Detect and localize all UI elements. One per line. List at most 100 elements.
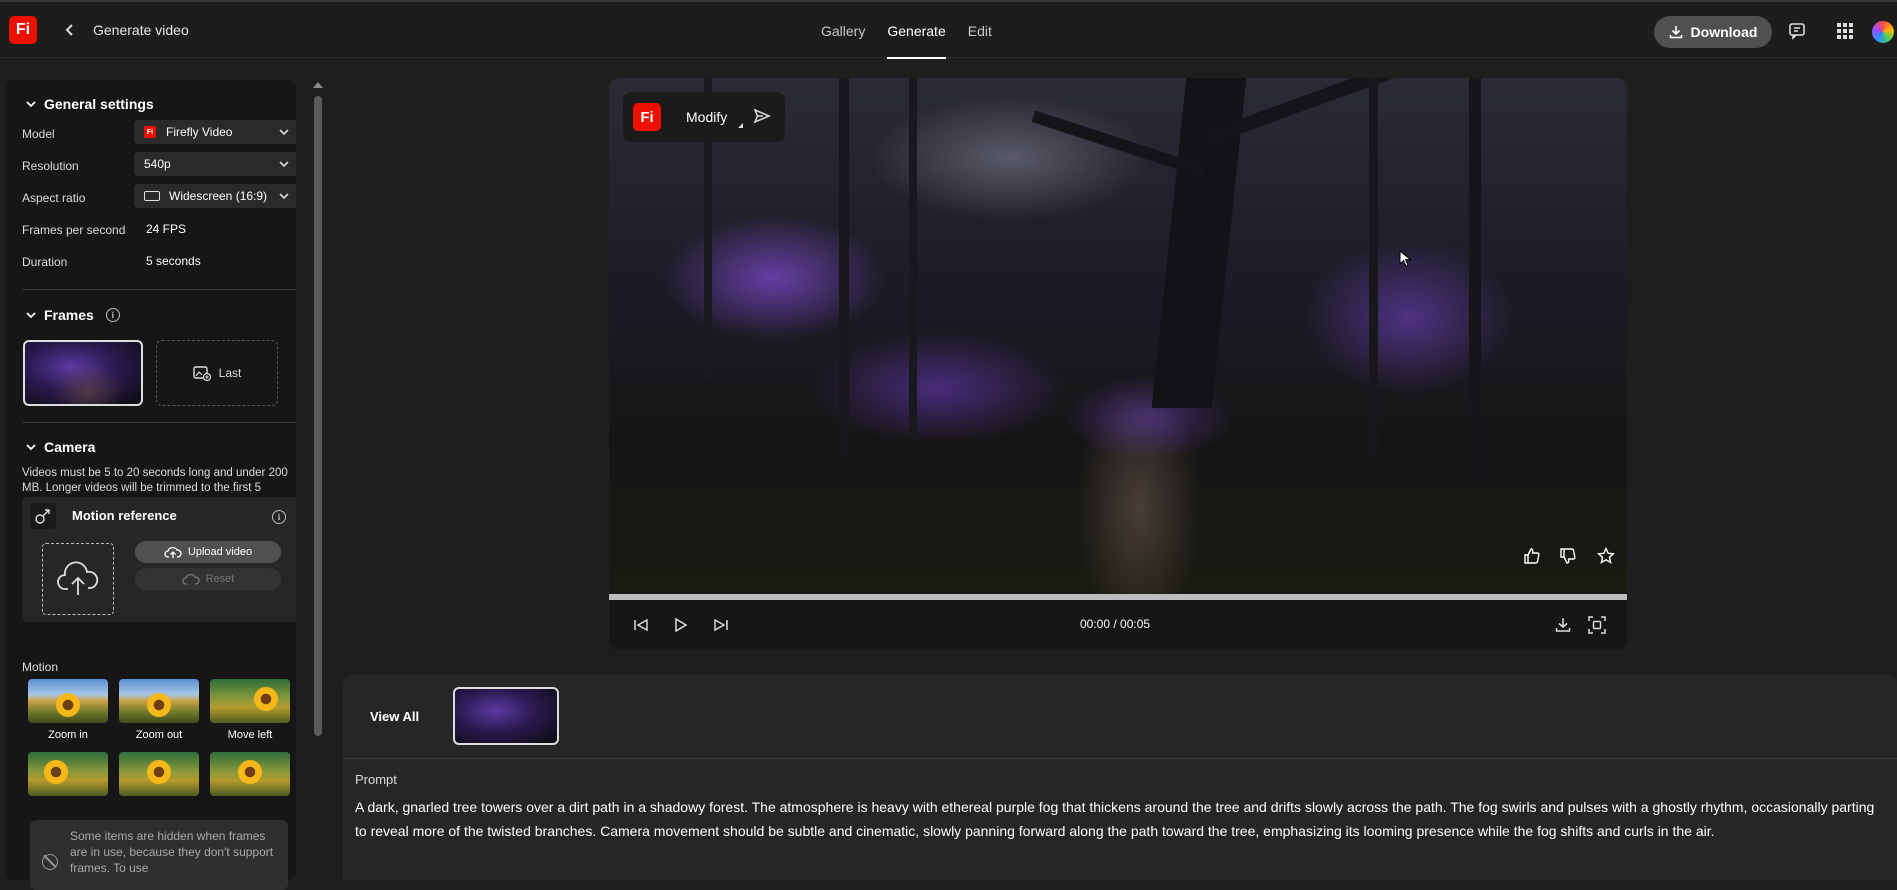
tree-trunk [1469,78,1481,478]
modify-toolbar: Fi Modify [623,92,785,142]
aspect-ratio-value: Widescreen (16:9) [169,189,268,203]
dropdown-corner-icon [738,123,743,128]
divider [22,289,296,290]
tree-trunk [1369,78,1378,458]
prompt-text: A dark, gnarled tree towers over a dirt … [355,799,1875,839]
page-title: Generate video [93,22,189,38]
tab-edit[interactable]: Edit [957,2,1003,60]
motion-thumbnail [210,752,290,796]
aspect-ratio-label: Aspect ratio [22,191,86,205]
hidden-items-text: Some items are hidden when frames are in… [70,829,274,875]
motion-title: Motion [22,660,59,674]
motion-move-left[interactable]: Move left [210,679,290,741]
last-frame-label: Last [218,366,242,380]
motion-reference-card: Motion reference i Upload video Reset [22,497,296,622]
motion-thumbnail [119,752,199,796]
download-icon [1669,26,1682,39]
apps-grid-icon[interactable] [1831,17,1859,45]
first-frame-thumbnail[interactable] [23,340,143,406]
resolution-select[interactable]: 540p [134,152,296,176]
firefly-logo[interactable]: Fi [9,16,37,44]
video-player: Fi Modify 00:00 / 00:05 [609,78,1627,650]
thumbs-up-icon[interactable] [1521,545,1543,567]
motion-preset[interactable] [210,752,290,796]
widescreen-icon [144,191,160,201]
model-value: Firefly Video [166,125,233,139]
scroll-up-arrow[interactable] [313,82,323,88]
general-settings-title: General settings [44,96,154,112]
frames-title: Frames [44,307,94,323]
sidebar-scrollbar[interactable] [314,96,322,736]
chevron-down-icon [26,310,36,320]
download-button[interactable]: Download [1654,16,1772,48]
reset-icon [182,573,200,585]
divider [343,758,1897,759]
resolution-label: Resolution [22,159,79,173]
comment-icon[interactable] [1783,17,1811,45]
motion-label: Move left [227,729,273,741]
ban-icon [42,854,58,870]
fps-label: Frames per second [22,223,126,237]
reset-label: Reset [205,573,235,585]
general-settings-header[interactable]: General settings [26,96,154,112]
tab-generate[interactable]: Generate [876,2,956,60]
motion-thumbnail [119,679,199,723]
firefly-model-icon: Fi [144,126,156,138]
tab-gallery[interactable]: Gallery [810,2,876,60]
motion-zoom-out[interactable]: Zoom out [119,679,199,741]
generated-video-thumbnail[interactable] [453,687,559,745]
motion-preset[interactable] [28,752,108,796]
motion-thumbnail [28,752,108,796]
fullscreen-icon[interactable] [1585,613,1609,637]
info-icon[interactable]: i [272,510,286,524]
prompt-label: Prompt [355,772,397,787]
tree-trunk [909,78,917,438]
motion-reference-icon [30,503,56,529]
upload-video-label: Upload video [187,546,253,558]
video-time: 00:00 / 00:05 [1080,617,1151,631]
settings-sidebar: General settings Model Fi Firefly Video … [6,80,296,880]
cloud-upload-icon [57,561,99,595]
thumbs-down-icon[interactable] [1557,545,1579,567]
back-arrow-icon[interactable] [62,20,78,40]
resolution-value: 540p [144,157,171,171]
main-nav: Gallery Generate Edit [810,2,1003,60]
cloud-upload-icon [164,546,182,558]
duration-label: Duration [22,255,68,269]
send-icon[interactable] [753,107,771,128]
modify-button[interactable]: Modify [686,109,727,125]
motion-label: Zoom out [135,729,183,741]
download-icon[interactable] [1551,613,1575,637]
aspect-ratio-select[interactable]: Widescreen (16:9) [134,184,296,208]
motion-thumbnail [28,679,108,723]
chevron-down-icon [278,158,290,173]
motion-reference-title: Motion reference [72,508,177,523]
reset-button[interactable]: Reset [135,568,281,590]
camera-title: Camera [44,439,96,455]
chevron-down-icon [26,442,36,452]
firefly-logo: Fi [633,103,661,131]
chevron-down-icon [26,99,36,109]
model-select[interactable]: Fi Firefly Video [134,120,296,144]
motion-zoom-in[interactable]: Zoom in [28,679,108,741]
camera-header[interactable]: Camera [26,439,95,455]
frames-header[interactable]: Frames i [26,307,120,323]
chevron-down-icon [278,126,290,141]
video-controls: 00:00 / 00:05 [609,600,1627,650]
motion-thumbnail [210,679,290,723]
info-icon[interactable]: i [105,308,120,322]
view-all-button[interactable]: View All [370,709,419,724]
last-frame-slot[interactable]: Last [156,340,278,406]
upload-dropzone[interactable] [42,543,114,615]
mouse-cursor [1399,249,1413,271]
video-frame[interactable]: Fi Modify [609,78,1627,594]
upload-video-button[interactable]: Upload video [135,541,281,563]
duration-value: 5 seconds [146,254,201,268]
star-icon[interactable] [1595,545,1617,567]
avatar[interactable] [1870,19,1896,45]
skip-back-icon[interactable] [629,613,653,637]
play-icon[interactable] [669,613,693,637]
divider [22,422,296,423]
skip-forward-icon[interactable] [709,613,733,637]
motion-preset[interactable] [119,752,199,796]
